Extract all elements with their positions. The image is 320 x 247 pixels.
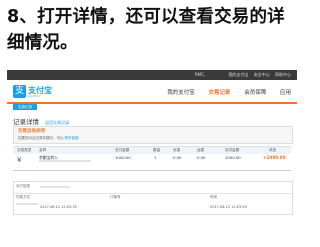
detail-title: 记录详情 返回交易记录: [13, 116, 69, 126]
info-divider: [14, 193, 292, 194]
info-block: 对方信息 付款方式 订单号 时间 2017.06.12 12:03:35 201…: [13, 181, 293, 215]
top-link-my-alipay[interactable]: 我的支付宝: [228, 72, 248, 77]
create-time: 2017.06.12 12:03:35: [40, 205, 77, 209]
col-paid: 实付金额: [225, 148, 240, 152]
caption-text: 8、打开详情，还可以查看交易的详细情况。: [7, 7, 285, 53]
row-qty: 1: [154, 155, 157, 160]
col-discount: 优惠: [173, 148, 181, 152]
detail-title-text: 记录详情: [13, 118, 39, 126]
time-label: 时间: [210, 195, 217, 199]
top-link-help[interactable]: 帮助中心: [275, 72, 291, 77]
row-discount: 0.00: [173, 155, 182, 160]
payment-icon: ¥: [17, 156, 22, 164]
account-name[interactable]: RMC,: [195, 72, 205, 77]
header: 支 支付宝 ALIPAY 我的支付宝 交易记录 会员保障 应用: [7, 80, 297, 104]
redacted-counterparty: [40, 186, 70, 188]
col-type: 交易类型: [17, 148, 32, 152]
col-status: 状态: [269, 148, 277, 152]
nav-my-alipay[interactable]: 我的支付宝: [165, 86, 197, 98]
row-paid: 1000.00: [225, 155, 241, 160]
alipay-screenshot: RMC, 我的支付宝 安全中心 帮助中心 支 支付宝 ALIPAY 我的支付宝 …: [7, 70, 297, 240]
contact-service-link[interactable]: 联系客服: [65, 136, 79, 140]
top-bar: RMC, 我的支付宝 安全中心 帮助中心: [7, 70, 297, 80]
alipay-logo[interactable]: 支 支付宝 ALIPAY: [13, 85, 57, 99]
tab-transactions[interactable]: 交易记录: [13, 104, 37, 110]
row-price: 1000.00: [115, 155, 131, 160]
status-box: 交易自动关闭 如果您对此交易有疑问，可以 联系客服: [13, 126, 293, 144]
redacted-payment: [16, 203, 38, 205]
top-link-security[interactable]: 安全中心: [254, 72, 270, 77]
table-header: 交易类型 名称 支付金额 数量 优惠 运费 实付金额 状态: [13, 146, 291, 154]
col-name: 名称: [39, 148, 47, 152]
counterparty-label: 对方信息: [16, 184, 30, 188]
close-time: 2017.06.12 12:03:49: [210, 205, 247, 209]
divider: [13, 170, 291, 171]
nav-apps[interactable]: 应用: [278, 86, 293, 98]
payment-method-label: 付款方式: [16, 195, 30, 199]
status-label: 交易自动关闭: [18, 129, 45, 134]
row-amount: +1000.00: [263, 155, 286, 160]
order-number-label: 订单号: [110, 195, 121, 199]
alipay-mark-icon: 支: [13, 85, 26, 98]
col-price: 支付金额: [115, 148, 130, 152]
row-fee: 0.00: [197, 155, 206, 160]
table-row: ¥ 余额宝转入 1000.00 1 0.00 0.00 1000.00 +100…: [13, 154, 291, 167]
back-to-records-link[interactable]: 返回交易记录: [45, 120, 69, 125]
nav-member-protection[interactable]: 会员保障: [242, 86, 268, 98]
col-fee: 运费: [197, 148, 205, 152]
logo-sub: ALIPAY: [28, 94, 42, 98]
main-nav: 我的支付宝 交易记录 会员保障 应用: [157, 86, 293, 98]
redacted-detail: [39, 160, 91, 162]
nav-transactions[interactable]: 交易记录: [206, 86, 232, 98]
col-qty: 数量: [153, 148, 161, 152]
sub-nav: 交易记录: [7, 104, 297, 110]
top-links: 我的支付宝 安全中心 帮助中心: [224, 72, 291, 78]
status-tip: 如果您对此交易有疑问，可以 联系客服: [18, 136, 79, 141]
status-tip-text: 如果您对此交易有疑问，可以: [18, 136, 64, 140]
